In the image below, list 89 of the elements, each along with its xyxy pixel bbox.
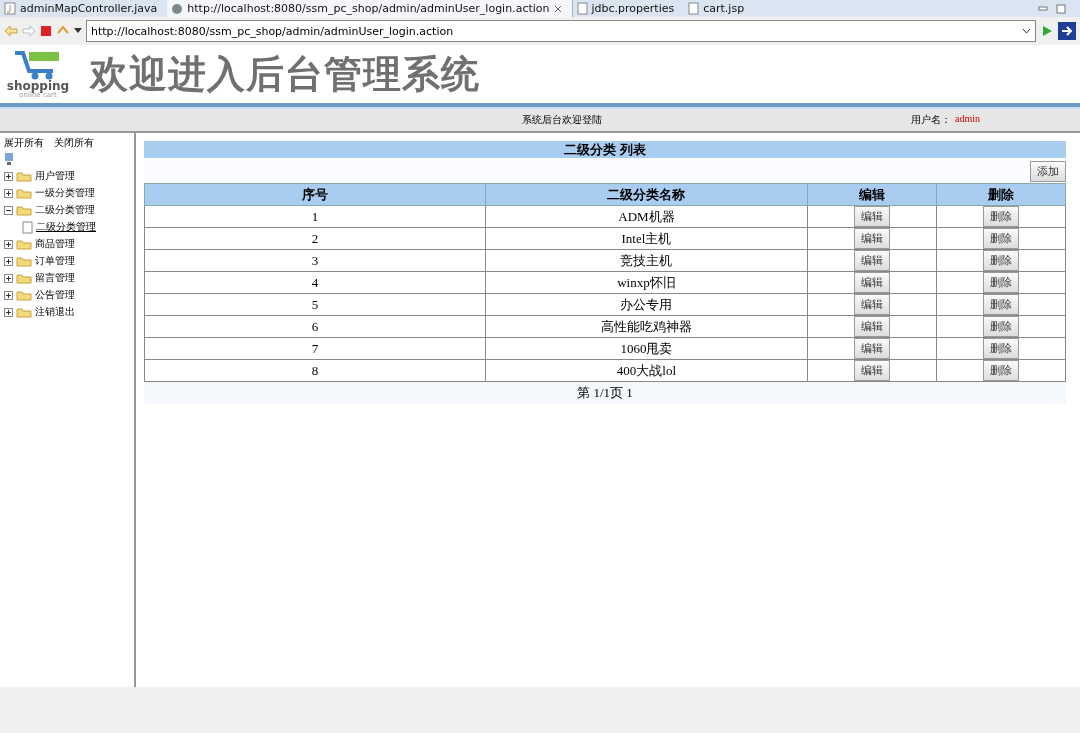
folder-icon xyxy=(16,171,32,182)
delete-button[interactable]: 删除 xyxy=(983,250,1019,271)
delete-button[interactable]: 删除 xyxy=(983,360,1019,381)
folder-icon xyxy=(16,273,32,284)
editor-tab[interactable]: http://localhost:8080/ssm_pc_shop/admin/adminUser_login.action xyxy=(167,0,573,17)
expand-icon[interactable] xyxy=(4,240,13,249)
folder-icon xyxy=(16,307,32,318)
expand-icon[interactable] xyxy=(4,172,13,181)
edit-button[interactable]: 编辑 xyxy=(854,360,891,381)
close-icon[interactable] xyxy=(553,4,562,13)
delete-button[interactable]: 删除 xyxy=(983,338,1019,359)
maximize-icon[interactable] xyxy=(1056,3,1066,14)
table-cell: 400大战lol xyxy=(485,359,808,382)
column-header: 二级分类名称 xyxy=(485,183,808,206)
edit-button[interactable]: 编辑 xyxy=(854,294,891,315)
tree-item[interactable]: 一级分类管理 xyxy=(35,187,95,200)
expand-icon[interactable] xyxy=(4,189,13,198)
table-cell: Intel主机 xyxy=(485,227,808,250)
table-cell: ADM机器 xyxy=(485,205,808,228)
table-cell: 6 xyxy=(144,315,486,338)
tree-item[interactable]: 商品管理 xyxy=(35,238,75,251)
pagination-text: 第 1/1页 1 xyxy=(144,382,1066,404)
logo-text: shopping xyxy=(6,79,70,92)
folder-icon xyxy=(16,239,32,250)
user-label: 用户名： xyxy=(911,113,951,127)
table-cell: 1 xyxy=(144,205,486,228)
table-cell: 1060甩卖 xyxy=(485,337,808,360)
expand-icon[interactable] xyxy=(4,308,13,317)
editor-tab[interactable]: jdbc.properties xyxy=(572,0,685,17)
edit-button[interactable]: 编辑 xyxy=(854,338,891,359)
tree-item[interactable]: 公告管理 xyxy=(35,289,75,302)
page-title: 欢迎进入后台管理系统 xyxy=(90,50,480,98)
table-cell: winxp怀旧 xyxy=(485,271,808,294)
delete-button[interactable]: 删除 xyxy=(983,228,1019,249)
edit-button[interactable]: 编辑 xyxy=(854,250,891,271)
column-header: 删除 xyxy=(936,183,1066,206)
caret-icon[interactable] xyxy=(1022,28,1031,34)
table-cell: 4 xyxy=(144,271,486,294)
tree-item[interactable]: 二级分类管理 xyxy=(35,204,95,217)
collapse-icon[interactable] xyxy=(4,206,13,215)
table-cell: 竞技主机 xyxy=(485,249,808,272)
table-cell: 办公专用 xyxy=(485,293,808,316)
edit-button[interactable]: 编辑 xyxy=(854,206,891,227)
table-cell: 8 xyxy=(144,359,486,382)
url-field[interactable]: http://localhost:8080/ssm_pc_shop/admin/adminUser_login.action xyxy=(86,20,1036,42)
collapse-all-link[interactable]: 关闭所有 xyxy=(54,137,94,150)
table-cell: 3 xyxy=(144,249,486,272)
folder-icon xyxy=(16,256,32,267)
column-header: 序号 xyxy=(144,183,486,206)
computer-icon xyxy=(4,152,14,166)
table-cell: 7 xyxy=(144,337,486,360)
tree-item[interactable]: 注销退出 xyxy=(35,306,75,319)
edit-button[interactable]: 编辑 xyxy=(854,228,891,249)
java-file-icon xyxy=(4,2,16,15)
delete-button[interactable]: 删除 xyxy=(983,294,1019,315)
delete-button[interactable]: 删除 xyxy=(983,272,1019,293)
editor-tab[interactable]: cart.jsp xyxy=(684,0,755,17)
folder-icon xyxy=(16,290,32,301)
tree-item[interactable]: 用户管理 xyxy=(35,170,75,183)
editor-tab[interactable]: adminMapController.java xyxy=(0,0,168,17)
table-cell: 高性能吃鸡神器 xyxy=(485,315,808,338)
globe-icon xyxy=(171,2,184,15)
stop-icon[interactable] xyxy=(40,25,52,37)
expand-icon[interactable] xyxy=(4,274,13,283)
expand-all-link[interactable]: 展开所有 xyxy=(4,137,44,150)
folder-icon xyxy=(16,205,32,216)
column-header: 编辑 xyxy=(807,183,937,206)
caret-icon[interactable] xyxy=(74,28,82,34)
edit-button[interactable]: 编辑 xyxy=(854,316,891,337)
table-cell: 5 xyxy=(144,293,486,316)
minimize-icon[interactable] xyxy=(1038,3,1048,12)
page-icon xyxy=(22,221,33,234)
folder-icon xyxy=(16,188,32,199)
play-icon[interactable] xyxy=(1040,24,1054,38)
tree-item[interactable]: 订单管理 xyxy=(35,255,75,268)
file-icon xyxy=(688,2,700,15)
list-title: 二级分类 列表 xyxy=(144,141,1066,158)
welcome-text: 系统后台欢迎登陆 xyxy=(522,113,602,127)
tree-item[interactable]: 二级分类管理 xyxy=(36,221,96,234)
add-button[interactable]: 添加 xyxy=(1030,161,1066,182)
table-cell: 2 xyxy=(144,227,486,250)
expand-icon[interactable] xyxy=(4,257,13,266)
expand-icon[interactable] xyxy=(4,291,13,300)
user-name: admin xyxy=(955,113,980,126)
delete-button[interactable]: 删除 xyxy=(983,206,1019,227)
edit-button[interactable]: 编辑 xyxy=(854,272,891,293)
delete-button[interactable]: 删除 xyxy=(983,316,1019,337)
file-icon xyxy=(576,2,588,15)
tree-item[interactable]: 留言管理 xyxy=(35,272,75,285)
